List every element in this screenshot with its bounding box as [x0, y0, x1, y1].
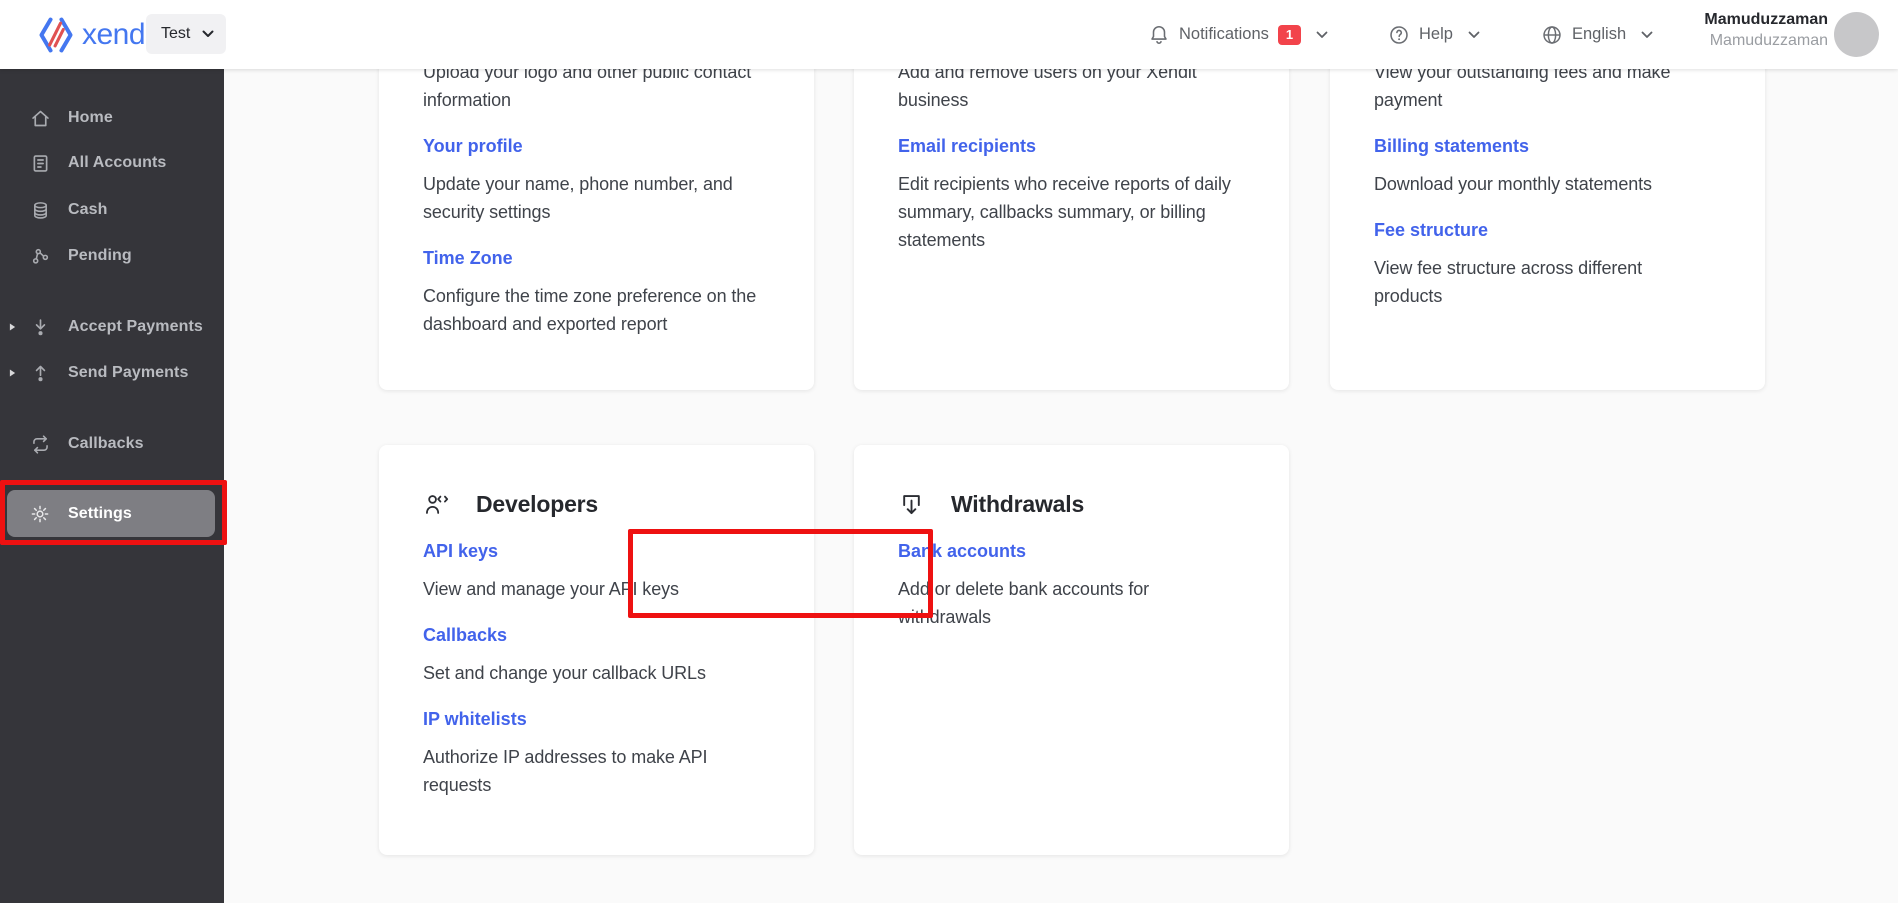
description-line: security settings [423, 202, 551, 222]
notifications-count-badge: 1 [1277, 24, 1302, 45]
send-payments-icon [30, 363, 51, 384]
chevron-down-icon [1468, 31, 1480, 39]
accept-payments-icon [30, 317, 51, 338]
pending-icon [30, 246, 51, 267]
user-menu[interactable]: Mamuduzzaman Mamuduzzaman [1640, 9, 1828, 51]
sidebar-item-callbacks[interactable]: Callbacks [0, 421, 224, 467]
fee-structure-link[interactable]: Fee structure [1374, 216, 1737, 244]
description-line: products [1374, 286, 1443, 306]
sidebar-item-label: Pending [68, 247, 132, 264]
description-line: Update your name, phone number, and [423, 174, 733, 194]
withdrawals-icon [898, 491, 925, 518]
sidebar-item-settings[interactable]: Settings [0, 490, 224, 537]
xendit-logo[interactable]: xendit [36, 0, 160, 69]
accounts-icon [30, 153, 51, 174]
description-line: Edit recipients who receive reports of d… [898, 174, 1231, 194]
callbacks-link[interactable]: Callbacks [423, 621, 786, 649]
avatar[interactable] [1834, 12, 1879, 57]
sidebar-item-send-payments[interactable]: Send Payments [0, 350, 224, 396]
user-name: Mamuduzzaman [1704, 11, 1828, 28]
bank-accounts-link[interactable]: Bank accounts [898, 537, 1261, 565]
description-line: Authorize IP addresses to make API [423, 747, 708, 767]
your-profile-link[interactable]: Your profile [423, 132, 786, 160]
card-title: Developers [476, 490, 599, 517]
environment-value: Test [161, 25, 191, 42]
sidebar-item-label: Cash [68, 201, 108, 218]
developers-icon [423, 491, 450, 518]
sidebar-item-label: Settings [68, 504, 132, 522]
description-line: dashboard and exported report [423, 314, 668, 334]
sidebar-item-pending[interactable]: Pending [0, 233, 224, 279]
description-line: View and manage your API keys [423, 579, 679, 599]
sidebar-item-label: Send Payments [68, 364, 189, 381]
sidebar-item-label: Accept Payments [68, 318, 203, 335]
expand-caret-icon[interactable] [9, 322, 16, 332]
api-keys-link[interactable]: API keys [423, 537, 786, 565]
description-line: statements [898, 230, 986, 250]
description-line: withdrawals [898, 607, 991, 627]
user-account-name: Mamuduzzaman [1709, 32, 1828, 49]
card-withdrawals: Withdrawals Bank accounts Add or delete … [854, 445, 1289, 855]
xendit-logo-icon [39, 17, 73, 52]
card-header: Developers [423, 489, 786, 519]
sidebar-item-all-accounts[interactable]: All Accounts [0, 140, 224, 186]
email-recipients-link[interactable]: Email recipients [898, 132, 1261, 160]
description-line: Configure the time zone preference on th… [423, 286, 757, 306]
ip-whitelists-link[interactable]: IP whitelists [423, 705, 786, 733]
description-line: requests [423, 775, 492, 795]
sidebar-item-accept-payments[interactable]: Accept Payments [0, 304, 224, 350]
topbar: xendit Test Notifications 1 Help English… [0, 0, 1898, 69]
environment-select[interactable]: Test [146, 14, 226, 54]
globe-icon [1541, 24, 1563, 46]
intro-line: payment [1374, 90, 1443, 110]
language-menu[interactable]: English [1541, 0, 1653, 69]
intro-line: information [423, 90, 511, 110]
sidebar: Home All Accounts Cash Pending Accept Pa… [0, 69, 224, 903]
expand-caret-icon[interactable] [9, 368, 16, 378]
notifications-label: Notifications [1179, 25, 1269, 43]
chevron-down-icon [1316, 31, 1328, 39]
home-icon [30, 108, 51, 129]
card-header: Withdrawals [898, 489, 1261, 519]
description-line: View fee structure across different [1374, 258, 1642, 278]
description-line: summary, callbacks summary, or billing [898, 202, 1206, 222]
card-title: Withdrawals [951, 490, 1085, 517]
sidebar-item-label: All Accounts [68, 154, 167, 171]
billing-statements-link[interactable]: Billing statements [1374, 132, 1737, 160]
main-content: Upload your logo and other public contac… [224, 0, 1898, 903]
callbacks-icon [30, 434, 51, 455]
cash-icon [30, 200, 51, 221]
help-label: Help [1419, 25, 1453, 43]
help-menu[interactable]: Help [1388, 0, 1480, 69]
card-developers: Developers API keys View and manage your… [379, 445, 814, 855]
description-line: Add or delete bank accounts for [898, 579, 1150, 599]
time-zone-link[interactable]: Time Zone [423, 244, 786, 272]
sidebar-item-label: Home [68, 109, 113, 126]
notifications-menu[interactable]: Notifications 1 [1148, 0, 1328, 69]
help-icon [1388, 24, 1410, 46]
settings-gear-icon [30, 504, 51, 524]
language-label: English [1572, 25, 1627, 43]
intro-line: business [898, 90, 969, 110]
bell-icon [1148, 24, 1170, 46]
description-line: Set and change your callback URLs [423, 663, 706, 683]
description-line: Download your monthly statements [1374, 174, 1652, 194]
sidebar-item-label: Callbacks [68, 435, 144, 452]
sidebar-item-cash[interactable]: Cash [0, 187, 224, 233]
chevron-down-icon [202, 30, 214, 38]
sidebar-item-home[interactable]: Home [0, 95, 224, 141]
